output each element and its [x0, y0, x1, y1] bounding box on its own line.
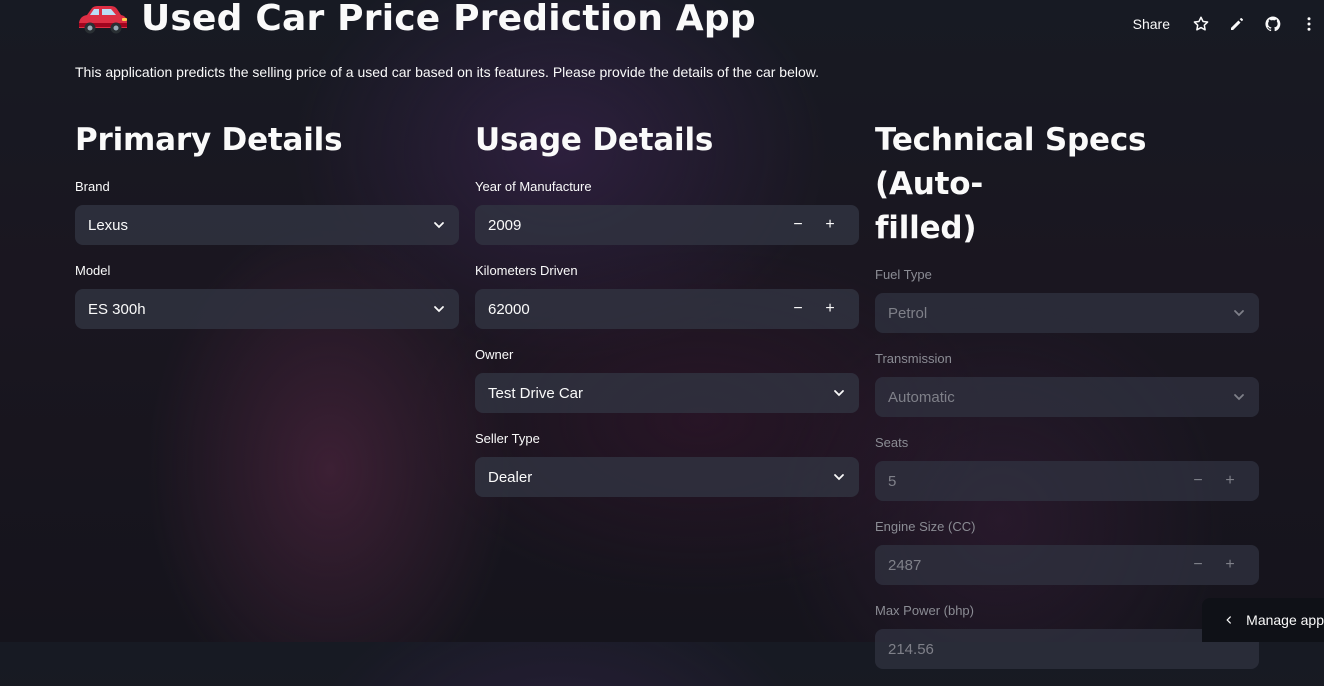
transmission-value: Automatic [888, 388, 955, 406]
fuel-field: Fuel Type Petrol [875, 266, 1259, 333]
model-value: ES 300h [88, 300, 146, 318]
km-field: Kilometers Driven 62000 − + [475, 262, 859, 329]
car-icon [75, 1, 129, 37]
year-stepper: − + [782, 205, 846, 245]
model-label: Model [75, 263, 111, 278]
increment-button: + [1225, 556, 1235, 573]
seats-field: Seats 5 − + [875, 434, 1259, 501]
power-value: 214.56 [888, 640, 934, 658]
year-value: 2009 [488, 216, 522, 234]
increment-button: + [1225, 472, 1235, 489]
edit-pencil-icon[interactable] [1228, 15, 1246, 33]
engine-stepper: − + [1182, 545, 1246, 585]
primary-details-heading: Primary Details [75, 122, 343, 158]
brand-label: Brand [75, 179, 110, 194]
engine-value: 2487 [888, 556, 922, 574]
transmission-select: Automatic [875, 377, 1259, 417]
manage-app-button[interactable]: Manage app [1202, 598, 1324, 642]
engine-field: Engine Size (CC) 2487 − + [875, 518, 1259, 585]
owner-label: Owner [475, 347, 514, 362]
app-toolbar: Share [1133, 0, 1324, 48]
model-select[interactable]: ES 300h [75, 289, 459, 329]
year-number-input[interactable]: 2009 − + [475, 205, 859, 245]
star-icon[interactable] [1192, 15, 1210, 33]
decrement-button[interactable]: − [782, 205, 814, 245]
owner-select[interactable]: Test Drive Car [475, 373, 859, 413]
seats-value: 5 [888, 472, 897, 490]
seats-stepper: − + [1182, 461, 1246, 501]
page-title: Used Car Price Prediction App [75, 0, 756, 44]
seller-field: Seller Type Dealer [475, 430, 859, 497]
seller-label: Seller Type [475, 431, 540, 446]
transmission-field: Transmission Automatic [875, 350, 1259, 417]
chevron-down-icon [434, 306, 444, 313]
engine-label: Engine Size (CC) [875, 519, 976, 534]
manage-app-label: Manage app [1246, 612, 1324, 628]
brand-value: Lexus [88, 216, 129, 234]
primary-details-section: Primary Details Brand Lexus Model ES 300… [75, 118, 459, 346]
seller-value: Dealer [488, 468, 533, 486]
seats-label: Seats [875, 435, 909, 450]
technical-specs-heading: Technical Specs (Auto-filled) [875, 122, 1147, 246]
seller-select[interactable]: Dealer [475, 457, 859, 497]
km-number-input[interactable]: 62000 − + [475, 289, 859, 329]
chevron-down-icon [834, 474, 844, 481]
owner-value: Test Drive Car [488, 384, 584, 402]
seats-number-input: 5 − + [875, 461, 1259, 501]
fuel-label: Fuel Type [875, 267, 932, 282]
brand-field: Brand Lexus [75, 178, 459, 245]
decrement-button[interactable]: − [782, 289, 814, 329]
chevron-down-icon [1234, 394, 1244, 401]
fuel-value: Petrol [888, 304, 928, 322]
chevron-down-icon [1234, 310, 1244, 317]
km-label: Kilometers Driven [475, 263, 578, 278]
more-vertical-icon[interactable] [1300, 15, 1318, 33]
app-intro-text: This application predicts the selling pr… [75, 64, 819, 80]
increment-button[interactable]: + [814, 205, 846, 245]
chevron-down-icon [434, 222, 444, 229]
transmission-label: Transmission [875, 351, 952, 366]
technical-specs-section: Technical Specs (Auto-filled) Fuel Type … [875, 118, 1259, 686]
km-stepper: − + [782, 289, 846, 329]
github-icon[interactable] [1264, 15, 1282, 33]
model-field: Model ES 300h [75, 262, 459, 329]
year-field: Year of Manufacture 2009 − + [475, 178, 859, 245]
brand-select[interactable]: Lexus [75, 205, 459, 245]
engine-number-input: 2487 − + [875, 545, 1259, 585]
fuel-select: Petrol [875, 293, 1259, 333]
decrement-button: − [1193, 472, 1203, 489]
chevron-left-icon [1226, 616, 1231, 624]
chevron-down-icon [834, 390, 844, 397]
decrement-button: − [1193, 556, 1203, 573]
km-value: 62000 [488, 300, 530, 318]
share-button[interactable]: Share [1133, 16, 1170, 32]
increment-button[interactable]: + [814, 289, 846, 329]
owner-field: Owner Test Drive Car [475, 346, 859, 413]
usage-details-section: Usage Details Year of Manufacture 2009 −… [475, 118, 859, 514]
page-title-text: Used Car Price Prediction App [141, 0, 756, 39]
year-label: Year of Manufacture [475, 179, 592, 194]
usage-details-heading: Usage Details [475, 122, 714, 158]
